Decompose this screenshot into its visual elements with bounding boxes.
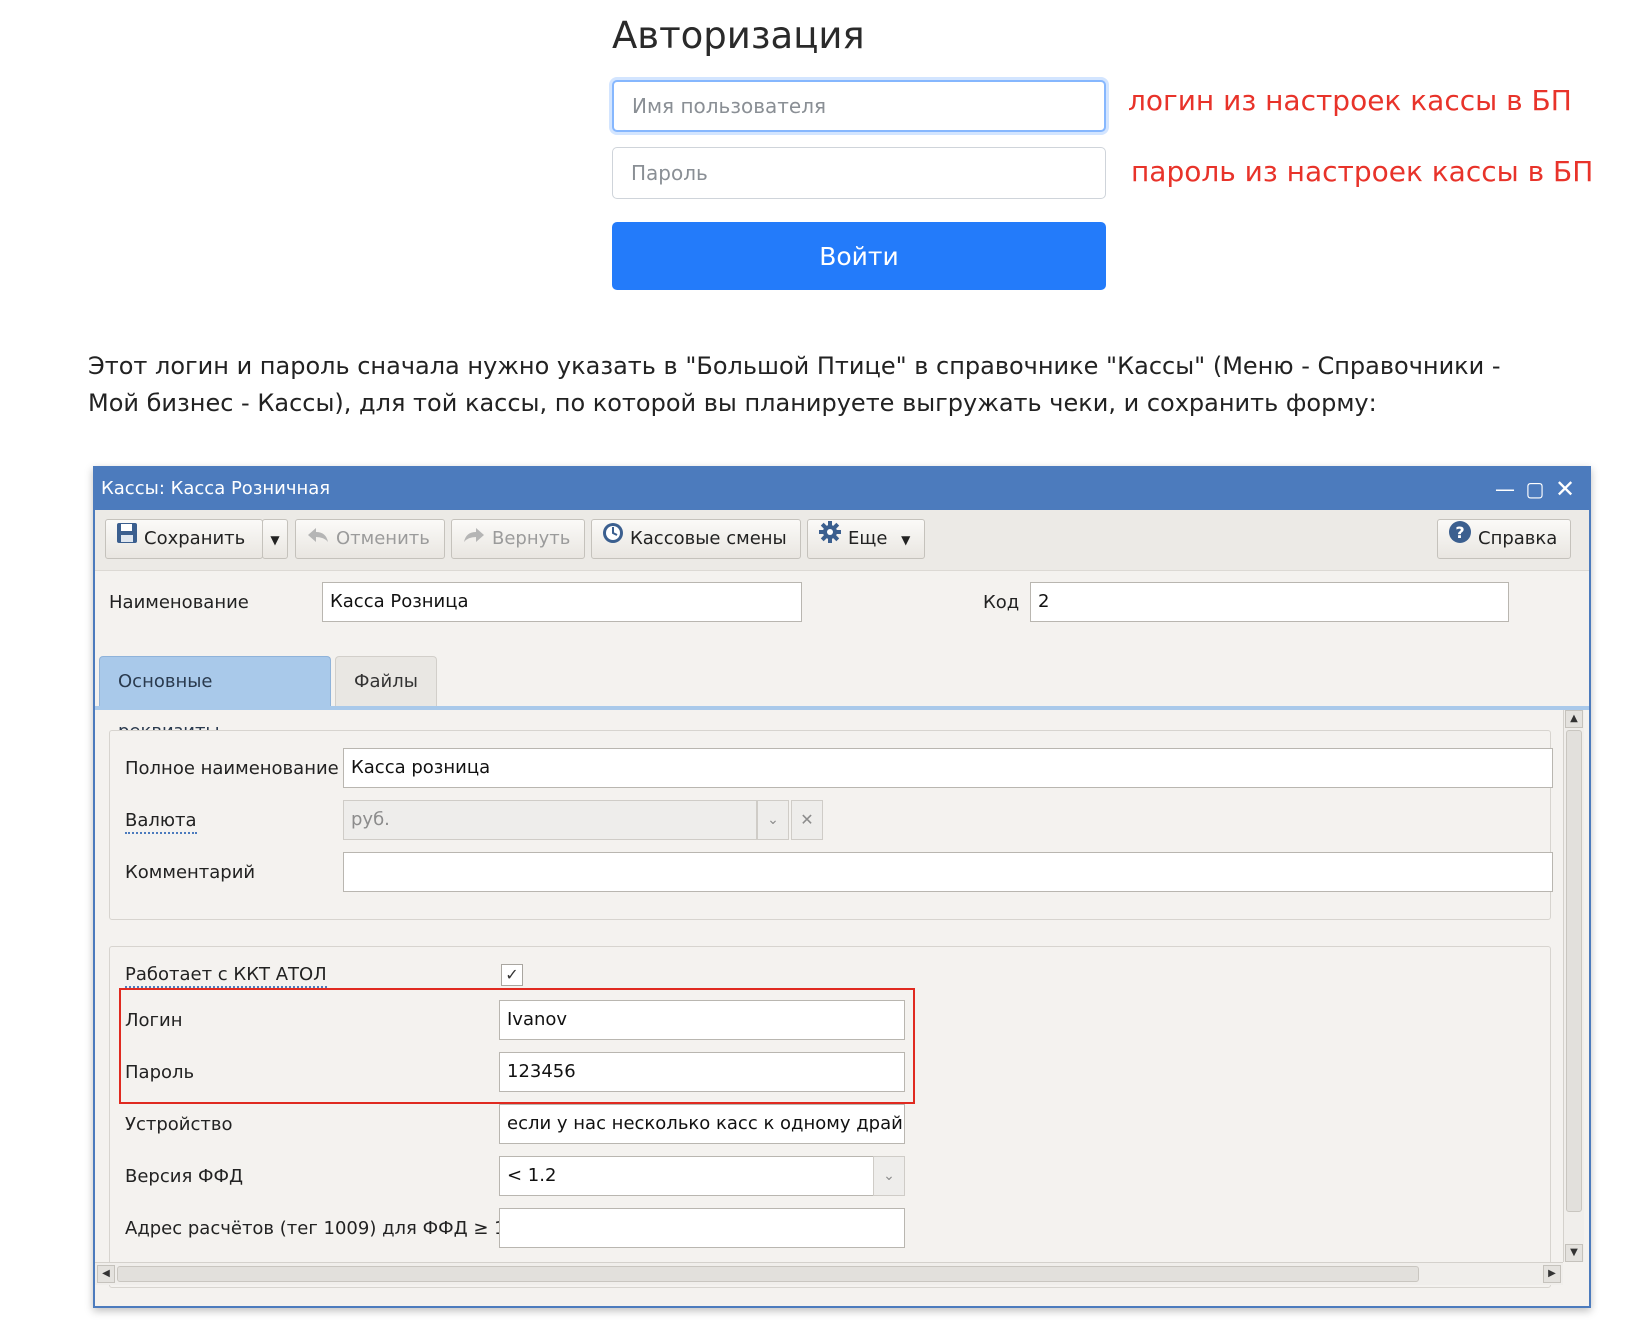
scroll-up-icon[interactable]: ▲ [1565,710,1583,728]
horizontal-scroll-thumb[interactable] [117,1266,1419,1282]
device-label: Устройство [125,1114,233,1135]
caret-down-icon: ▼ [270,533,280,547]
redo-icon [462,520,486,558]
redo-button[interactable]: Вернуть [451,519,585,559]
redo-label: Вернуть [492,528,571,549]
clear-icon: ✕ [800,810,814,829]
full-name-field[interactable]: Касса розница [343,748,1553,788]
maximize-icon[interactable]: ▢ [1521,468,1549,510]
close-icon[interactable]: ✕ [1551,468,1579,510]
more-label: Еще [848,528,888,549]
code-field[interactable]: 2 [1030,582,1509,622]
ffd-version-label: Версия ФФД [125,1166,244,1187]
scroll-right-icon[interactable]: ▶ [1543,1265,1561,1283]
save-icon [116,520,138,558]
help-label: Справка [1478,528,1558,549]
chevron-down-icon: ⌄ [767,812,779,828]
caret-down-icon: ▼ [901,533,911,547]
toolbar: Сохранить ▼ Отменить Вернуть Кассовые см… [95,510,1589,571]
name-field[interactable]: Касса Розница [322,582,802,622]
currency-field[interactable]: руб. [343,800,757,840]
comment-field[interactable] [343,852,1553,892]
address-field[interactable] [499,1208,905,1248]
address-label: Адрес расчётов (тег 1009) для ФФД ≥ 1.2 [125,1218,523,1239]
atol-checkbox[interactable]: ✓ [501,964,523,986]
window-titlebar: Кассы: Касса Розничная — ▢ ✕ [95,468,1589,510]
save-dropdown-button[interactable]: ▼ [262,519,288,559]
scroll-left-icon[interactable]: ◀ [97,1265,115,1283]
login-button[interactable]: Войти [612,222,1106,290]
currency-dropdown-button[interactable]: ⌄ [757,800,789,840]
window-title: Кассы: Касса Розничная [101,478,331,499]
auth-title: Авторизация [612,14,865,57]
scroll-down-icon[interactable]: ▼ [1565,1244,1583,1262]
login-annotation: логин из настроек кассы в БП [1128,84,1572,117]
currency-label[interactable]: Валюта [125,810,197,834]
save-label: Сохранить [144,528,246,549]
help-icon: ? [1448,520,1472,558]
ffd-version-field[interactable]: < 1.2 [499,1156,875,1196]
username-input[interactable] [612,80,1106,132]
vertical-scroll-thumb[interactable] [1566,730,1582,1212]
device-field[interactable]: если у нас несколько касс к одному драйв… [499,1104,905,1144]
password-input[interactable] [612,147,1106,199]
ffd-dropdown-button[interactable]: ⌄ [873,1156,905,1196]
cancel-button[interactable]: Отменить [295,519,445,559]
gear-icon [818,520,842,558]
horizontal-scrollbar[interactable]: ◀ ▶ [95,1262,1563,1285]
svg-text:?: ? [1455,523,1464,542]
password-annotation: пароль из настроек кассы в БП [1131,155,1594,188]
save-button[interactable]: Сохранить [105,519,263,559]
tab-underline [95,706,1589,710]
cancel-label: Отменить [336,528,430,549]
chevron-down-icon: ⌄ [883,1168,895,1184]
atol-label[interactable]: Работает с ККТ АТОЛ [125,964,327,988]
name-label: Наименование [109,592,249,613]
more-button[interactable]: Еще ▼ [807,519,925,559]
currency-clear-button[interactable]: ✕ [791,800,823,840]
comment-label: Комментарий [125,862,256,883]
clock-icon [602,520,624,558]
tab-main-details[interactable]: Основные реквизиты [99,656,331,742]
full-name-label: Полное наименование [125,758,339,779]
login-password-highlight [119,988,915,1104]
cash-shifts-button[interactable]: Кассовые смены [591,519,801,559]
undo-icon [306,520,330,558]
vertical-scrollbar[interactable]: ▲ ▼ [1563,710,1584,1262]
cash-register-window: Кассы: Касса Розничная — ▢ ✕ Сохранить ▼… [93,466,1591,1308]
minimize-icon[interactable]: — [1491,468,1519,510]
cash-shifts-label: Кассовые смены [630,528,787,549]
code-label: Код [983,592,1020,613]
help-button[interactable]: ? Справка [1437,519,1571,559]
tab-files[interactable]: Файлы [335,656,437,708]
instruction-paragraph: Этот логин и пароль сначала нужно указат… [88,352,1501,417]
